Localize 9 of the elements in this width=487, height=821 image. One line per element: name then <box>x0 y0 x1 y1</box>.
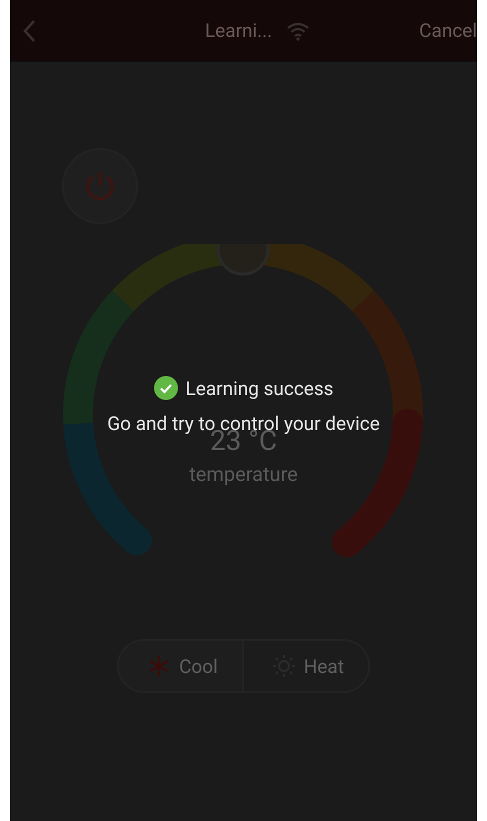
dial-thumb[interactable] <box>216 244 270 276</box>
temperature-label: temperature <box>189 462 298 486</box>
screen-title: Learni... <box>204 19 272 42</box>
wifi-icon <box>286 20 310 40</box>
back-icon[interactable] <box>22 18 36 42</box>
toast-title: Learning success <box>186 376 334 400</box>
snowflake-icon <box>147 654 172 678</box>
cancel-button[interactable]: Cancel <box>419 19 477 42</box>
check-circle-icon <box>154 376 178 400</box>
